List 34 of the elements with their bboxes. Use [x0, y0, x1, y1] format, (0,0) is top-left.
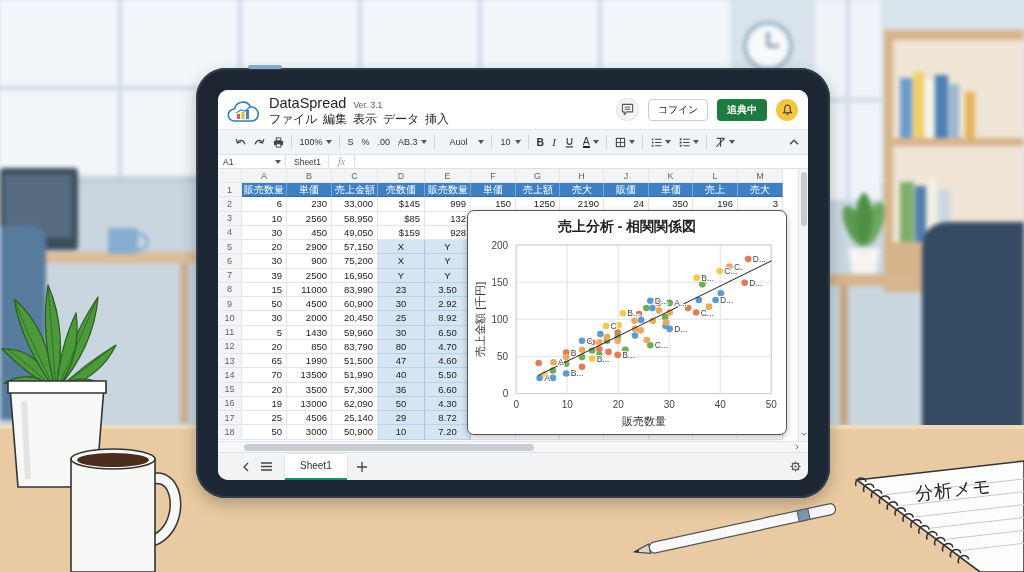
point-label: D...	[720, 294, 734, 305]
point-label: D...	[749, 277, 763, 288]
point-label: A	[544, 372, 550, 383]
axis-tick-label: 50	[765, 398, 777, 410]
axis-tick-label: 0	[513, 398, 519, 410]
point-label: B...	[570, 368, 584, 379]
point-label: B	[570, 347, 577, 358]
app-name: DataSpread	[269, 94, 347, 111]
point-label: B...	[596, 353, 610, 364]
axis-title: 販売数量	[621, 415, 666, 427]
sheet-name-label: Sheet1	[286, 155, 329, 168]
axis-tick-label: 0	[502, 388, 509, 399]
point-label: C	[610, 320, 617, 331]
point-label: C...	[654, 340, 669, 351]
version-label: Ver. 3.1	[353, 99, 383, 110]
axis-tick-label: 40	[714, 398, 726, 410]
axis-title: 売上金額 [千円]	[474, 281, 486, 357]
axis-tick-label: 150	[491, 276, 509, 288]
notebook-title: 分析メモ	[914, 475, 993, 506]
point-label: B...	[701, 272, 714, 283]
axis-tick-label: 30	[663, 398, 675, 410]
function-label: fx	[336, 155, 347, 168]
point-label: A...	[674, 297, 687, 308]
axis-tick-label: 10	[561, 398, 573, 410]
point-label: B...	[622, 349, 635, 360]
axis-tick-label: 100	[491, 313, 509, 325]
axis-tick-label: 20	[612, 398, 624, 410]
axis-tick-label: 50	[497, 350, 509, 362]
point-label: C...	[700, 307, 714, 318]
point-label: C	[586, 335, 593, 346]
chart-title: 売上分析 - 相関関係図	[557, 217, 697, 236]
axis-tick-label: 200	[491, 241, 509, 251]
point-label: D...	[674, 323, 688, 334]
point-label: D...	[752, 254, 766, 265]
